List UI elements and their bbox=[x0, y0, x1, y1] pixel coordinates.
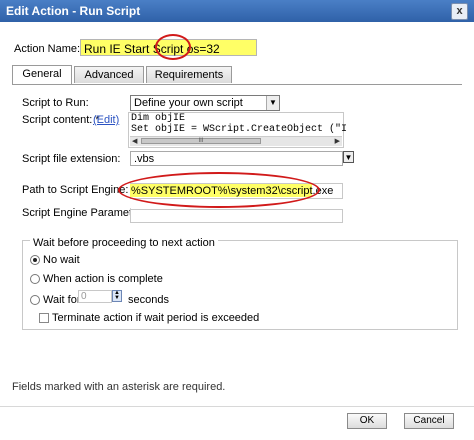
extension-value: .vbs bbox=[134, 153, 155, 165]
tab-requirements[interactable]: Requirements bbox=[146, 66, 232, 83]
wait-for-value: 0 bbox=[81, 291, 87, 302]
wait-group-title: Wait before proceeding to next action bbox=[30, 237, 218, 249]
cancel-button[interactable]: Cancel bbox=[404, 413, 454, 429]
required-fields-note: Fields marked with an asterisk are requi… bbox=[12, 381, 226, 393]
when-complete-label: When action is complete bbox=[43, 273, 163, 285]
tab-strip: General Advanced Requirements bbox=[12, 65, 462, 85]
extension-label: Script file extension: bbox=[22, 153, 121, 165]
wait-for-stepper[interactable]: ▲ ▼ bbox=[112, 290, 122, 302]
wait-for-label: Wait for bbox=[43, 294, 81, 306]
seconds-label: seconds bbox=[128, 294, 169, 306]
terminate-label: Terminate action if wait period is excee… bbox=[52, 312, 260, 324]
script-to-run-value: Define your own script bbox=[134, 97, 243, 109]
tab-general[interactable]: General bbox=[12, 65, 72, 84]
action-name-value: Run IE Start Script os=32 bbox=[84, 42, 220, 56]
no-wait-label: No wait bbox=[43, 254, 80, 266]
horizontal-scrollbar[interactable]: ◀ III ▶ bbox=[130, 136, 342, 146]
close-icon[interactable]: x bbox=[451, 3, 468, 20]
tab-requirements-label: Requirements bbox=[154, 69, 224, 81]
tab-advanced[interactable]: Advanced bbox=[74, 66, 144, 83]
tab-advanced-label: Advanced bbox=[84, 69, 134, 81]
action-name-label: Action Name: * bbox=[14, 43, 88, 55]
edit-script-link[interactable]: (Edit) bbox=[93, 114, 119, 126]
radio-wait-for[interactable] bbox=[30, 295, 40, 305]
terminate-checkbox[interactable] bbox=[39, 313, 49, 323]
scroll-right-icon[interactable]: ▶ bbox=[335, 137, 340, 145]
expand-icon[interactable]: ▼ bbox=[343, 151, 354, 163]
window-title: Edit Action - Run Script bbox=[6, 4, 141, 18]
stepper-down-icon[interactable]: ▼ bbox=[113, 295, 121, 301]
script-to-run-select[interactable]: Define your own script ▼ bbox=[130, 95, 280, 111]
radio-when-complete[interactable] bbox=[30, 274, 40, 284]
script-line-1: Dim objIE bbox=[131, 113, 186, 124]
engine-path-label: Path to Script Engine: bbox=[22, 184, 129, 196]
annotation-circle-path bbox=[118, 172, 320, 208]
extension-input[interactable]: .vbs bbox=[130, 151, 343, 166]
tab-general-label: General bbox=[22, 68, 62, 80]
script-to-run-label: Script to Run: bbox=[22, 97, 89, 109]
script-content-label: Script content: * bbox=[22, 114, 100, 126]
ok-button[interactable]: OK bbox=[347, 413, 387, 429]
annotation-circle-name bbox=[155, 34, 191, 60]
radio-no-wait[interactable] bbox=[30, 255, 40, 265]
script-line-2: Set objIE = WScript.CreateObject ("I bbox=[131, 124, 348, 135]
title-bar: Edit Action - Run Script x bbox=[0, 0, 474, 22]
scroll-left-icon[interactable]: ◀ bbox=[132, 137, 137, 145]
engine-params-input[interactable] bbox=[130, 209, 343, 223]
wait-for-input[interactable]: 0 bbox=[78, 290, 112, 303]
chevron-down-icon: ▼ bbox=[266, 96, 279, 110]
scroll-thumb[interactable]: III bbox=[141, 138, 261, 144]
footer-divider bbox=[0, 406, 474, 407]
